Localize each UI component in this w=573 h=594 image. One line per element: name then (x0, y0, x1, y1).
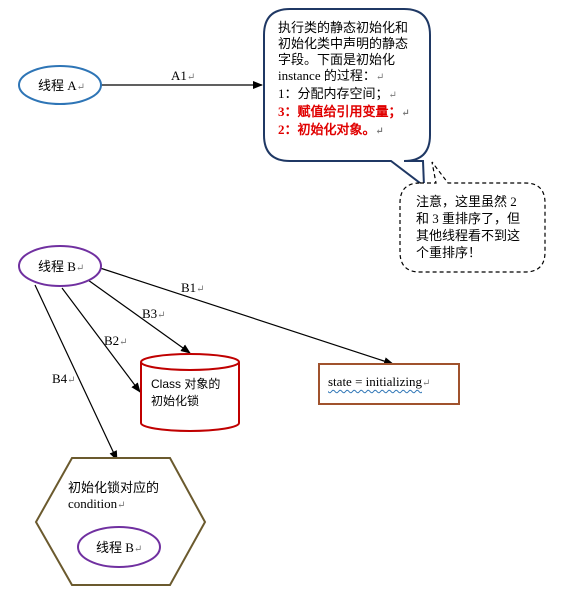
init-line: 初始化类中声明的静态 (278, 36, 409, 51)
class-lock-line: Class 对象的 (151, 377, 221, 391)
edge-label-b1: B2↵ (104, 333, 128, 348)
init-line-reordered: 3：赋值给引用变量；↵ (278, 104, 410, 119)
edge-label-b2: B1↵ (181, 280, 205, 295)
class-lock-line: 初始化锁 (151, 394, 200, 408)
state-box-text: state = initializing↵ (328, 374, 431, 389)
init-line: 执行类的静态初始化和 (278, 20, 409, 35)
init-line-reordered: 2：初始化对象。↵ (278, 122, 384, 137)
init-line: 字段。下面是初始化 (278, 52, 396, 67)
init-line: instance 的过程：↵ (278, 68, 385, 83)
note-line: 和 3 重排序了，但 (416, 211, 521, 226)
condition-line: 初始化锁对应的 (68, 480, 160, 495)
note-line: 其他线程看不到这 (416, 228, 521, 243)
init-line: 1：分配内存空间；↵ (278, 86, 397, 101)
edge-b4 (34, 284, 118, 461)
class-lock-text: Class 对象的 初始化锁 (151, 376, 235, 410)
edge-label-b3: B3↵ (142, 306, 166, 321)
note-line: 个重排序！ (416, 245, 482, 260)
note-callout-text: 注意，这里虽然 2 和 3 重排序了，但 其他线程看不到这 个重排序！ (416, 193, 544, 261)
edge-label-a1: A1↵ (171, 68, 195, 83)
edge-label-b4: B4↵ (52, 371, 76, 386)
condition-line: condition↵ (68, 496, 126, 511)
note-line: 注意，这里虽然 2 (416, 194, 517, 209)
condition-text: 初始化锁对应的 condition↵ (68, 480, 188, 514)
init-callout-text: 执行类的静态初始化和 初始化类中声明的静态 字段。下面是初始化 instance… (278, 20, 428, 140)
